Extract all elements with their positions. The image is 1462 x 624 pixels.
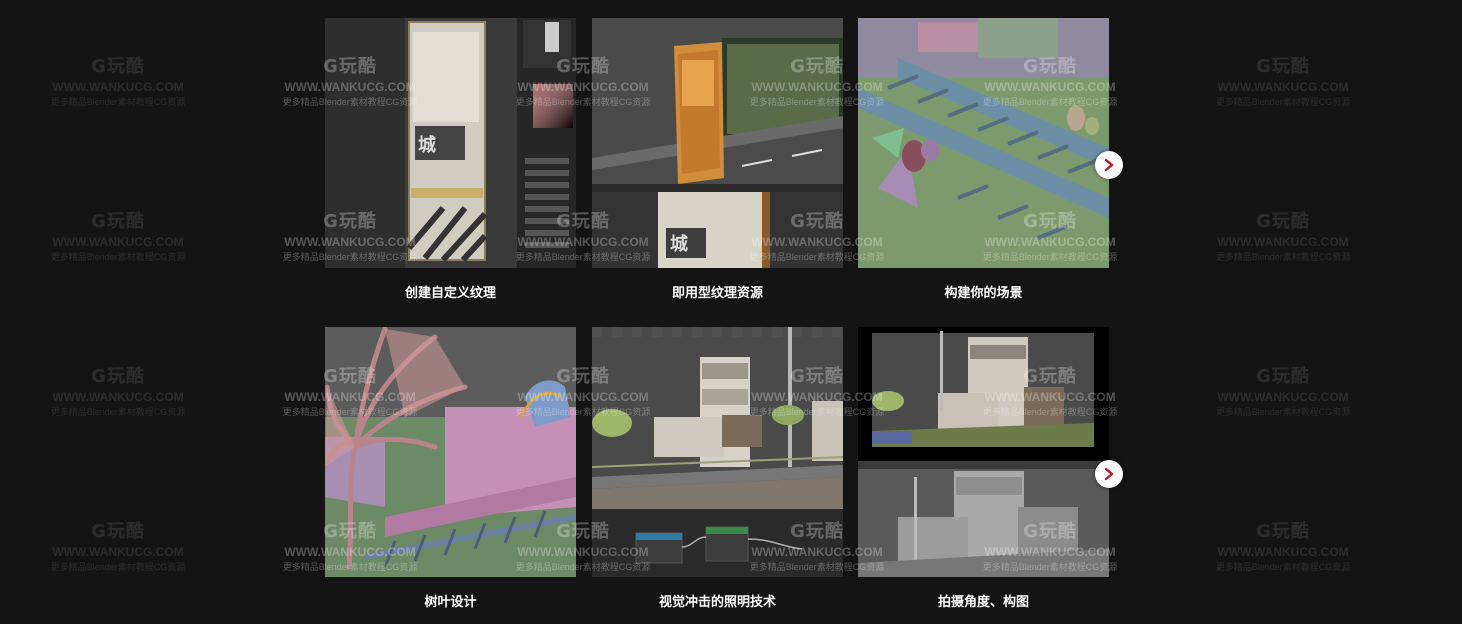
- card-image: [592, 327, 843, 577]
- card-image: 城: [325, 18, 576, 268]
- watermark: G玩酷 WWW.WANKUCG.COM 更多精品Blender素材教程CG资源: [1215, 56, 1351, 107]
- watermark: G玩酷 WWW.WANKUCG.COM 更多精品Blender素材教程CG资源: [1215, 521, 1351, 572]
- card-caption: 树叶设计: [424, 595, 477, 610]
- gallery-card-custom-textures[interactable]: 城: [325, 18, 576, 268]
- card-caption: 创建自定义纹理: [404, 286, 496, 301]
- watermark: G玩酷 WWW.WANKUCG.COM 更多精品Blender素材教程CG资源: [50, 211, 186, 262]
- card-caption: 拍摄角度、构图: [937, 595, 1029, 610]
- card-image: [325, 327, 576, 577]
- carousel-next-button-row2[interactable]: [1095, 460, 1123, 488]
- card-image: [858, 18, 1109, 268]
- gallery-card-lighting[interactable]: [592, 327, 843, 577]
- watermark: G玩酷 WWW.WANKUCG.COM 更多精品Blender素材教程CG资源: [50, 56, 186, 107]
- chevron-right-icon: [1104, 467, 1114, 481]
- carousel-next-button-row1[interactable]: [1095, 151, 1123, 179]
- card-caption: 构建你的场景: [944, 286, 1023, 301]
- gallery-card-ready-textures[interactable]: 城: [592, 18, 843, 268]
- gallery-card-camera-angles[interactable]: [858, 327, 1109, 577]
- watermark: G玩酷 WWW.WANKUCG.COM 更多精品Blender素材教程CG资源: [1215, 211, 1351, 262]
- watermark: G玩酷 WWW.WANKUCG.COM 更多精品Blender素材教程CG资源: [1215, 366, 1351, 417]
- chevron-right-icon: [1104, 158, 1114, 172]
- watermark: G玩酷 WWW.WANKUCG.COM 更多精品Blender素材教程CG资源: [50, 521, 186, 572]
- card-image: [858, 327, 1109, 577]
- card-image: 城: [592, 18, 843, 268]
- card-caption: 视觉冲击的照明技术: [658, 595, 776, 610]
- gallery-card-build-scene[interactable]: [858, 18, 1109, 268]
- svg-text:城: 城: [670, 233, 688, 255]
- gallery-card-foliage[interactable]: [325, 327, 576, 577]
- watermark: G玩酷 WWW.WANKUCG.COM 更多精品Blender素材教程CG资源: [50, 366, 186, 417]
- svg-text:城: 城: [418, 134, 436, 156]
- card-caption: 即用型纹理资源: [671, 286, 763, 301]
